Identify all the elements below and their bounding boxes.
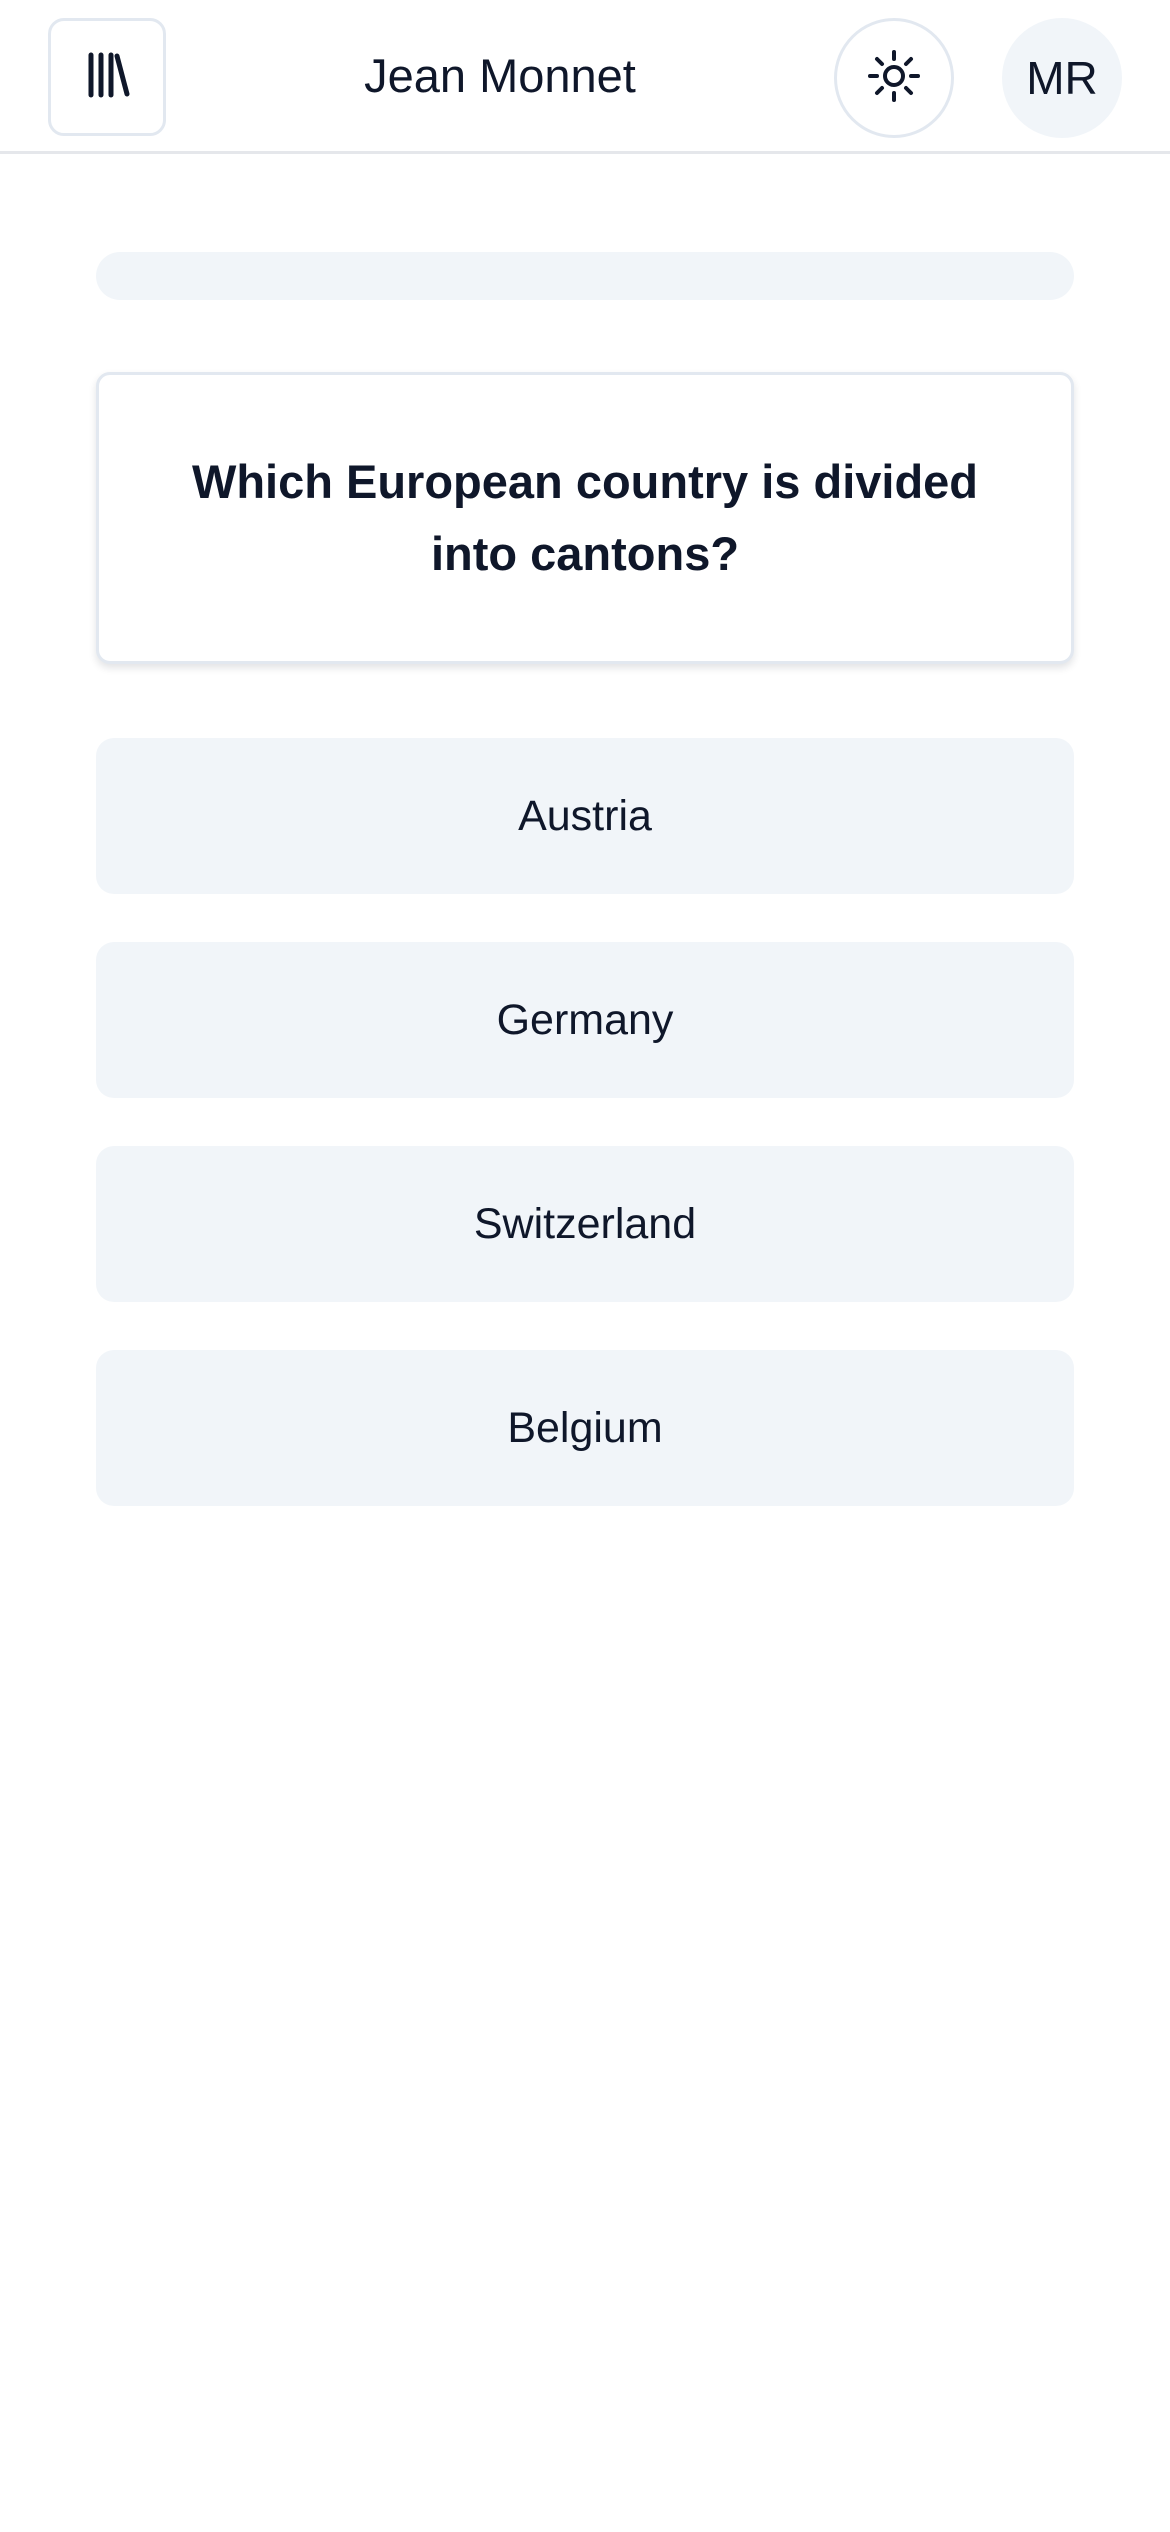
answer-option-switzerland[interactable]: Switzerland bbox=[96, 1146, 1074, 1302]
question-text: Which European country is divided into c… bbox=[191, 455, 979, 580]
avatar[interactable]: MR bbox=[1002, 18, 1122, 138]
sun-icon bbox=[866, 48, 922, 109]
answer-option-austria[interactable]: Austria bbox=[96, 738, 1074, 894]
answer-option-germany[interactable]: Germany bbox=[96, 942, 1074, 1098]
library-button[interactable] bbox=[48, 18, 166, 136]
theme-toggle-button[interactable] bbox=[834, 18, 954, 138]
library-icon bbox=[79, 47, 135, 108]
progress-bar bbox=[96, 252, 1074, 300]
page-title: Jean Monnet bbox=[364, 49, 636, 102]
answer-list: Austria Germany Switzerland Belgium bbox=[96, 738, 1074, 1554]
answer-option-belgium[interactable]: Belgium bbox=[96, 1350, 1074, 1506]
top-bar: Jean Monnet MR bbox=[0, 0, 1170, 154]
question-card: Which European country is divided into c… bbox=[96, 372, 1074, 664]
